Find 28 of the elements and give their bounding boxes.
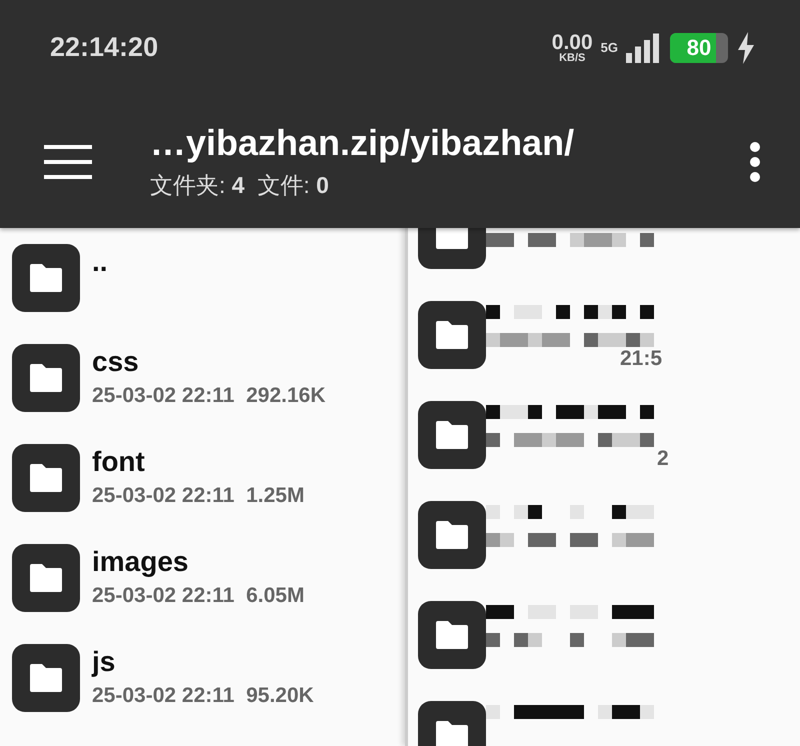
battery-indicator: 80: [670, 32, 728, 62]
folder-icon: [29, 364, 63, 392]
folder-file-count: 文件夹: 4 文件: 0: [150, 171, 330, 200]
folder-item[interactable]: ..: [0, 244, 405, 344]
folder-item[interactable]: js 25-03-02 22:11 95.20K: [0, 644, 405, 744]
path-title: …yibazhan.zip/yibazhan/: [150, 122, 574, 164]
folder-icon: [29, 264, 63, 292]
network-speed: 0.00: [552, 32, 593, 52]
folder-item[interactable]: css 25-03-02 22:11 292.16K: [0, 344, 405, 444]
menu-button[interactable]: [44, 144, 92, 178]
network-type: 5G: [600, 40, 618, 55]
obscured-text-fragment: 21:5: [620, 347, 662, 371]
folder-icon: [435, 321, 469, 349]
more-options-button[interactable]: [750, 142, 760, 182]
obscured-text-fragment: 2: [657, 447, 669, 471]
folder-item[interactable]: font 25-03-02 22:11 1.25M: [0, 444, 405, 544]
clock: 22:14:20: [50, 32, 158, 63]
folder-icon: [435, 421, 469, 449]
folder-icon: [435, 228, 469, 249]
network-speed-unit: KB/S: [559, 52, 586, 64]
folder-icon: [435, 621, 469, 649]
folder-item[interactable]: images 25-03-02 22:11 6.05M: [0, 544, 405, 644]
folder-icon: [435, 521, 469, 549]
folder-icon: [435, 721, 469, 746]
signal-icon: [626, 32, 662, 62]
folder-icon: [29, 464, 63, 492]
folder-icon: [29, 664, 63, 692]
folder-icon: [29, 564, 63, 592]
